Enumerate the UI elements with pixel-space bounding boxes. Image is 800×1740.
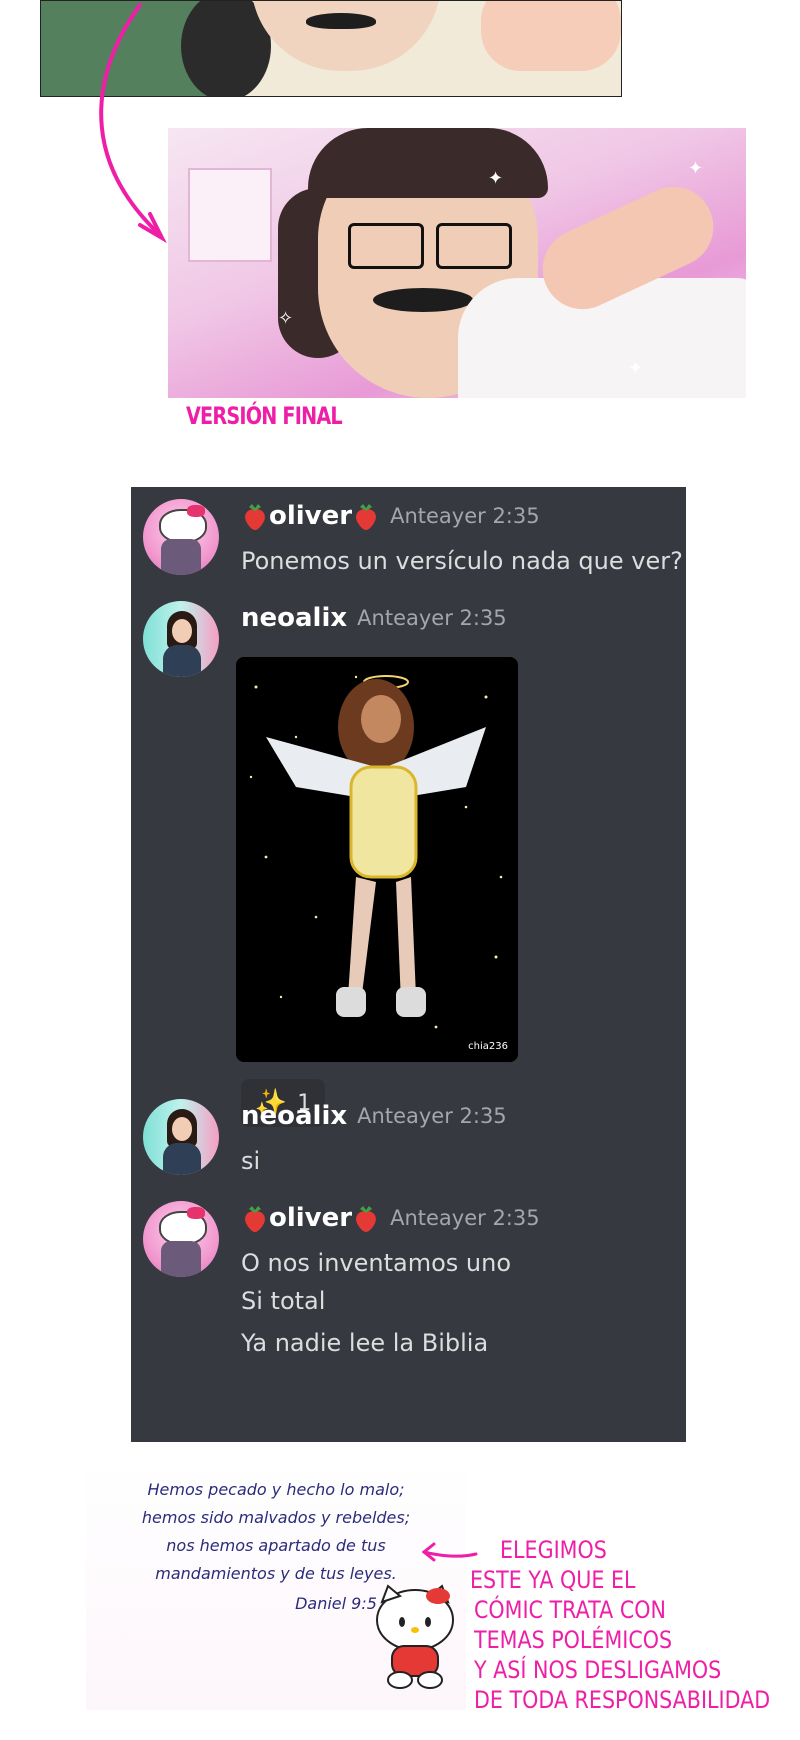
message-header: oliver Anteayer 2:35 (241, 501, 540, 531)
timestamp: Anteayer 2:35 (357, 1104, 507, 1128)
note-line: TEMAS POLÉMICOS (474, 1626, 673, 1654)
message-header: neoalix Anteayer 2:35 (241, 1101, 507, 1131)
strawberry-icon (356, 1206, 377, 1232)
strawberry-icon (356, 504, 377, 530)
character-mustache (306, 13, 376, 29)
final-version-label: VERSIÓN FINAL (186, 402, 343, 430)
character-hair (308, 128, 548, 198)
note-line: Y ASÍ NOS DESLIGAMOS (474, 1656, 722, 1684)
glasses-lens-left (348, 223, 424, 269)
verse-line: Hemos pecado y hecho lo malo; (147, 1480, 405, 1499)
hello-kitty-sticker (376, 1584, 454, 1689)
verse-reference: Daniel 9:5 (295, 1594, 377, 1613)
message-text: Ya nadie lee la Biblia (241, 1329, 489, 1357)
message-text: O nos inventamos uno (241, 1249, 512, 1277)
character-mustache (373, 288, 473, 312)
comic-panel-final: ✦ ✦ ✧ ✦ (168, 128, 746, 398)
note-line: ESTE YA QUE EL (470, 1566, 636, 1594)
note-line: ELEGIMOS (500, 1536, 607, 1564)
avatar[interactable] (143, 1201, 219, 1277)
sparkle-icon: ✦ (628, 358, 644, 379)
verse-line: hemos sido malvados y rebeldes; (141, 1508, 411, 1527)
username[interactable]: neoalix (241, 603, 347, 633)
sparkle-icon: ✦ (488, 168, 504, 189)
image-attachment[interactable]: chia236 (236, 657, 518, 1062)
image-credit: chia236 (468, 1041, 508, 1052)
angel-image (249, 675, 503, 1029)
note-line: CÓMIC TRATA CON (474, 1596, 666, 1624)
username[interactable]: oliver (269, 1203, 352, 1233)
avatar[interactable] (143, 499, 219, 575)
message-header: oliver Anteayer 2:35 (241, 1203, 540, 1233)
character-hand (481, 1, 621, 71)
timestamp: Anteayer 2:35 (390, 1206, 540, 1230)
sparkle-icon: ✦ (688, 158, 704, 179)
username[interactable]: neoalix (241, 1101, 347, 1131)
message-header: neoalix Anteayer 2:35 (241, 603, 507, 633)
glasses-lens-right (436, 223, 512, 269)
username[interactable]: oliver (269, 501, 352, 531)
verse-line: nos hemos apartado de tus (166, 1536, 386, 1555)
timestamp: Anteayer 2:35 (357, 606, 507, 630)
note-line: DE TODA RESPONSABILIDAD (474, 1686, 771, 1714)
panel-window (188, 168, 272, 262)
message-text: si (241, 1147, 261, 1175)
timestamp: Anteayer 2:35 (390, 504, 540, 528)
strawberry-icon (245, 504, 265, 530)
message-text: Si total (241, 1287, 326, 1315)
sparkle-icon: ✧ (278, 308, 294, 329)
strawberry-icon (245, 1206, 265, 1232)
avatar[interactable] (143, 1099, 219, 1175)
chat-window: oliver Anteayer 2:35 Ponemos un versículo… (131, 487, 686, 1442)
message-text: Ponemos un versículo nada que ver? (241, 547, 683, 575)
avatar[interactable] (143, 601, 219, 677)
